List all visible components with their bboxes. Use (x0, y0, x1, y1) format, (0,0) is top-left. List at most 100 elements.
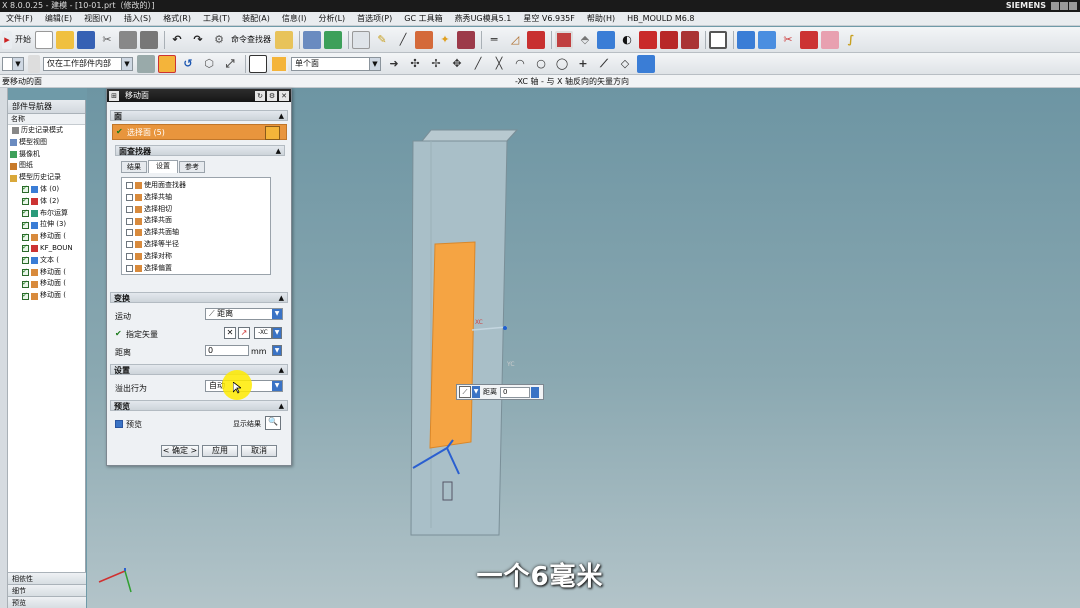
float-options-button[interactable] (531, 386, 539, 398)
red-cube-icon[interactable] (527, 30, 545, 49)
face-rule-checkbox[interactable] (126, 229, 133, 237)
minimize-icon[interactable] (1051, 2, 1059, 10)
visibility-check-icon[interactable] (22, 243, 29, 254)
nav-section-details[interactable]: 细节 (8, 584, 86, 596)
delete-face-icon[interactable] (800, 30, 818, 49)
menu-item[interactable]: 插入(S) (118, 13, 157, 24)
nav-section-preview[interactable]: 预览 (8, 596, 86, 608)
red-box-icon[interactable] (660, 30, 678, 49)
navigator-item[interactable]: 布尔运算 (8, 208, 85, 220)
blue-arrow-icon[interactable] (737, 30, 755, 49)
preview-checkbox[interactable] (115, 420, 123, 428)
vector-xc-button[interactable]: -XC (254, 327, 272, 339)
arrow-right-icon[interactable]: ➜ (385, 55, 403, 73)
menu-item[interactable]: 燕秀UG模具5.1 (449, 13, 518, 24)
visibility-check-icon[interactable] (22, 196, 29, 207)
snap-intersection-icon[interactable]: ╳ (490, 55, 508, 73)
transform-icon[interactable] (415, 30, 433, 49)
save-icon[interactable] (77, 30, 95, 49)
copy-icon[interactable] (119, 30, 137, 49)
menu-item[interactable]: 文件(F) (0, 13, 39, 24)
menu-item[interactable]: 分析(L) (312, 13, 351, 24)
distance-input[interactable]: 0 (205, 345, 249, 356)
navigator-item[interactable]: 移动面 ( (8, 231, 85, 243)
menu-item[interactable]: 视图(V) (78, 13, 118, 24)
motion-type-icon[interactable]: ⟋ (459, 386, 471, 398)
undo-icon[interactable]: ↶ (168, 31, 186, 49)
face-rule-item[interactable]: 选择对称 (126, 251, 274, 263)
chevron-down-icon[interactable]: ▼ (472, 386, 480, 398)
start-button[interactable]: 开始 (15, 34, 31, 45)
visibility-check-icon[interactable] (22, 267, 29, 278)
menu-item[interactable]: 装配(A) (236, 13, 276, 24)
tab-settings[interactable]: 设置 (148, 160, 178, 173)
blue-cube-icon[interactable] (597, 30, 615, 49)
paste-icon[interactable] (140, 30, 158, 49)
eraser-icon[interactable] (821, 30, 839, 49)
plane-icon[interactable]: ⬘ (576, 31, 594, 49)
feature-icon[interactable] (303, 30, 321, 49)
redo-icon[interactable]: ↷ (189, 31, 207, 49)
transform-group-header[interactable]: 变换 ▲ (110, 292, 288, 303)
sketch-icon[interactable]: ✎ (373, 31, 391, 49)
magnifier-icon[interactable]: 🔍 (265, 416, 281, 430)
close-icon[interactable] (1069, 2, 1077, 10)
navigator-item[interactable]: 拉伸 (3) (8, 219, 85, 231)
settings-icon[interactable]: ⚙ (267, 90, 277, 101)
face-rule-checkbox[interactable] (126, 217, 133, 225)
rectangle-select-icon[interactable] (249, 54, 267, 73)
new-file-icon[interactable] (35, 30, 53, 49)
snap-point-icon[interactable] (158, 54, 176, 73)
navigator-item[interactable]: 模型历史记录 (8, 172, 85, 184)
face-rule-checkbox[interactable] (126, 182, 133, 190)
face-rule-item[interactable]: 选择等半径 (126, 239, 274, 251)
motion-dropdown[interactable]: ⟋ 距离 ▼ (205, 308, 283, 320)
navigator-tree[interactable]: 历史记录模式模型视图摄像机图纸模型历史记录体 (0) 体 (2) 布尔运算拉伸 (3… (8, 125, 85, 302)
float-distance-field[interactable]: 0 (500, 386, 530, 398)
magic-icon[interactable]: ✦ (436, 31, 454, 49)
navigator-column-header[interactable]: 名称 (8, 114, 85, 125)
visibility-check-icon[interactable] (22, 255, 29, 266)
nav-section-dependencies[interactable]: 相依性 (8, 572, 86, 584)
part-navigator[interactable]: 部件导航器 名称 历史记录模式模型视图摄像机图纸模型历史记录体 (0) 体 (2)… (8, 100, 86, 608)
menu-item[interactable]: GC 工具箱 (398, 13, 448, 24)
curve-icon[interactable]: ∫ (842, 31, 860, 49)
navigator-item[interactable]: 文本 ( (8, 255, 85, 267)
reset-icon[interactable]: ↻ (255, 90, 265, 101)
menu-item[interactable]: HB_MOULD M6.8 (621, 14, 700, 23)
select-face-row[interactable]: ✔ 选择面 (5) (112, 124, 287, 140)
face-rule-item[interactable]: 使用面查找器 (126, 180, 274, 192)
face-rule-item[interactable]: 选择共轴 (126, 192, 274, 204)
menu-item[interactable]: 星空 V6.935F (517, 13, 581, 24)
navigator-item[interactable]: KF_BOUN (8, 243, 85, 255)
tab-results[interactable]: 结果 (121, 161, 147, 173)
sphere-icon[interactable]: ◐ (618, 31, 636, 49)
face-finder-header[interactable]: 面查找器 ▲ (115, 145, 285, 156)
face-finder-list[interactable]: 使用面查找器 选择共轴 选择相切 选择共面 选择共面轴 选择等半径 选择对称 选择偏置 (121, 177, 271, 275)
scope-dropdown[interactable]: 仅在工作部件内部 ▼ (43, 56, 133, 71)
frame-icon[interactable] (709, 30, 727, 49)
snap-control-icon[interactable]: ✥ (448, 55, 466, 73)
preview-group-header[interactable]: 预览 ▲ (110, 400, 288, 411)
face-rule-dropdown[interactable]: 单个面 ▼ (291, 56, 381, 71)
visibility-check-icon[interactable] (22, 290, 29, 301)
navigator-item[interactable]: 图纸 (8, 160, 85, 172)
grid-icon[interactable] (352, 30, 370, 49)
menu-item[interactable]: 编辑(E) (39, 13, 78, 24)
paint-icon[interactable] (275, 30, 293, 49)
visibility-check-icon[interactable] (22, 231, 29, 242)
red-solid-icon[interactable] (639, 30, 657, 49)
settings-group-header[interactable]: 设置 ▲ (110, 364, 288, 375)
snap-face-icon[interactable]: ◇ (616, 55, 634, 73)
close-icon[interactable]: ✕ (279, 90, 289, 101)
face-rule-checkbox[interactable] (126, 253, 133, 261)
assembly-icon[interactable] (137, 54, 155, 73)
snap-endpoint-icon[interactable]: ✣ (406, 55, 424, 73)
type-filter-dropdown[interactable]: ▼ (2, 56, 24, 71)
onscreen-distance-input[interactable]: ⟋ ▼ 距离 0 (456, 384, 544, 400)
reverse-direction-icon[interactable]: ✕ (224, 327, 236, 339)
command-finder-button[interactable]: 命令查找器 (231, 34, 271, 45)
face-rule-checkbox[interactable] (126, 194, 133, 202)
start-icon[interactable]: ▸ (2, 30, 12, 49)
red-shell-icon[interactable] (681, 30, 699, 49)
